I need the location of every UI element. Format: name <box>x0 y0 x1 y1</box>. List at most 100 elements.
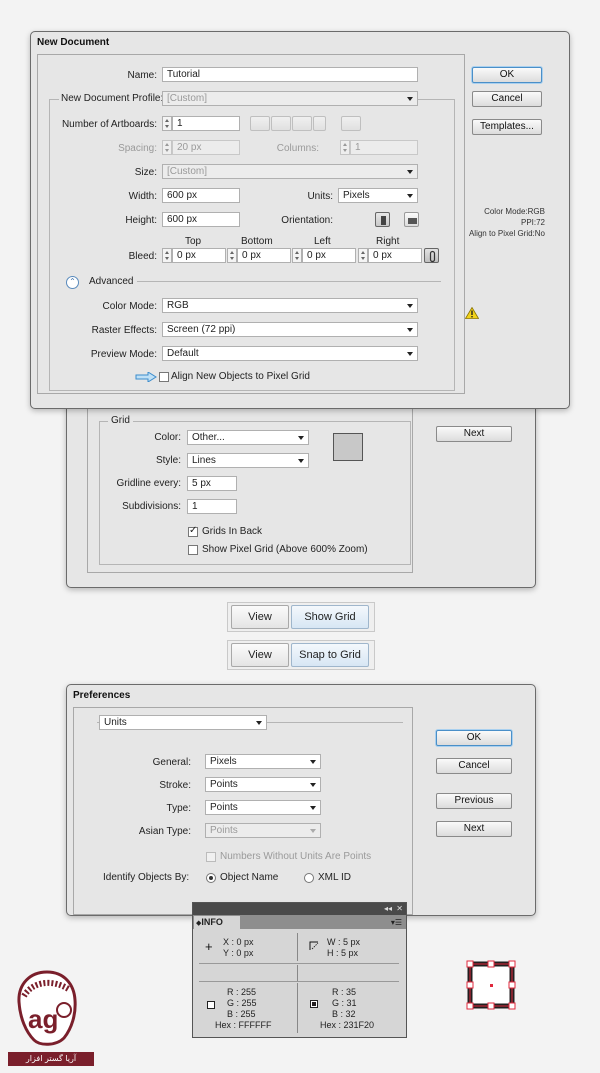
chevron-down-icon <box>310 829 316 833</box>
stroke-dropdown[interactable]: Points <box>205 777 321 792</box>
align-pixel-grid-checkbox[interactable] <box>159 372 169 382</box>
previous-button[interactable]: Previous <box>436 793 512 809</box>
bleed-bottom-stepper[interactable] <box>227 248 237 263</box>
chevron-down-icon <box>407 194 413 198</box>
info-y: Y : 0 px <box>223 948 254 958</box>
artboards-stepper[interactable] <box>162 116 172 131</box>
grid-style-label: Style: <box>155 455 181 466</box>
profile-dropdown[interactable]: [Custom] <box>162 91 418 106</box>
info-divider-2 <box>199 981 399 982</box>
advanced-label: Advanced <box>89 276 134 287</box>
info-right-g: G : 31 <box>332 998 357 1008</box>
profile-label: New Document Profile: <box>59 93 166 104</box>
info-left-g: G : 255 <box>227 998 257 1008</box>
size-dropdown[interactable]: [Custom] <box>162 164 418 179</box>
ok-button[interactable]: OK <box>436 730 512 746</box>
bleed-left-header: Left <box>314 236 331 247</box>
profile-value: [Custom] <box>167 93 208 104</box>
general-dropdown[interactable]: Pixels <box>205 754 321 769</box>
close-panel-icon[interactable]: ✕ <box>396 903 403 915</box>
chevron-down-icon <box>310 760 316 764</box>
grid-style-dropdown[interactable]: Lines <box>187 453 309 468</box>
landscape-icon[interactable] <box>404 212 419 227</box>
menu-path-snap-to-grid: View Snap to Grid <box>227 640 375 670</box>
section-dropdown[interactable]: Units <box>99 715 267 730</box>
columns-stepper[interactable] <box>340 140 350 155</box>
info-color-mode: Color Mode:RGB <box>484 207 545 216</box>
cancel-button[interactable]: Cancel <box>472 91 542 107</box>
show-pixel-grid-checkbox[interactable] <box>188 545 198 555</box>
artboards-label: Number of Artboards: <box>61 119 157 130</box>
bleed-left-field[interactable]: 0 px <box>302 248 356 263</box>
spacing-stepper[interactable] <box>162 140 172 155</box>
spacing-field[interactable]: 20 px <box>172 140 240 155</box>
info-tab[interactable]: ◆INFO <box>194 916 240 929</box>
columns-field[interactable]: 1 <box>350 140 418 155</box>
chevron-down-icon <box>407 304 413 308</box>
snap-to-grid-menu-item[interactable]: Snap to Grid <box>291 643 369 667</box>
columns-label: Columns: <box>276 143 319 154</box>
bleed-bottom-field[interactable]: 0 px <box>237 248 291 263</box>
view-menu-button[interactable]: View <box>231 643 289 667</box>
dialog-title: New Document <box>37 37 110 48</box>
preview-mode-dropdown[interactable]: Default <box>162 346 418 361</box>
grid-color-label: Color: <box>154 432 181 443</box>
portrait-icon[interactable] <box>375 212 390 227</box>
grid-color-dropdown[interactable]: Other... <box>187 430 309 445</box>
height-label: Height: <box>125 215 157 226</box>
gridline-every-label: Gridline every: <box>116 478 181 489</box>
chevron-down-icon <box>298 459 304 463</box>
subdivisions-field[interactable]: 1 <box>187 499 237 514</box>
size-value: [Custom] <box>167 166 208 177</box>
grid-by-row-icon[interactable] <box>250 116 270 131</box>
layout-direction-icon[interactable] <box>341 116 361 131</box>
cancel-button[interactable]: Cancel <box>436 758 512 774</box>
spacing-label: Spacing: <box>118 143 157 154</box>
numbers-without-units-checkbox[interactable] <box>206 852 216 862</box>
units-dropdown[interactable]: Pixels <box>338 188 418 203</box>
bleed-left-stepper[interactable] <box>292 248 302 263</box>
grids-in-back-checkbox[interactable] <box>188 525 198 537</box>
bleed-top-header: Top <box>185 236 202 247</box>
raster-effects-dropdown[interactable]: Screen (72 ppi) <box>162 322 418 337</box>
object-name-label: Object Name <box>220 872 279 883</box>
show-grid-menu-item[interactable]: Show Grid <box>291 605 369 629</box>
bleed-right-stepper[interactable] <box>358 248 368 263</box>
width-label: Width: <box>128 191 157 202</box>
chevron-down-icon <box>407 328 413 332</box>
grid-by-column-icon[interactable] <box>271 116 291 131</box>
info-h: H : 5 px <box>327 948 359 958</box>
gridline-every-field[interactable]: 5 px <box>187 476 237 491</box>
chevron-down-icon <box>407 352 413 356</box>
bleed-right-field[interactable]: 0 px <box>368 248 422 263</box>
preferences-dialog: Preferences Units General: Pixels Stroke… <box>66 684 536 916</box>
next-button[interactable]: Next <box>436 821 512 837</box>
stroke-value: Points <box>210 779 238 790</box>
bleed-top-field[interactable]: 0 px <box>172 248 226 263</box>
ok-button[interactable]: OK <box>472 67 542 83</box>
object-name-radio[interactable] <box>206 873 216 883</box>
color-mode-dropdown[interactable]: RGB <box>162 298 418 313</box>
type-dropdown[interactable]: Points <box>205 800 321 815</box>
panel-menu-icon[interactable]: ▾☰ <box>391 916 402 929</box>
templates-button[interactable]: Templates... <box>472 119 542 135</box>
bleed-top-stepper[interactable] <box>162 248 172 263</box>
grid-color-swatch[interactable] <box>333 433 363 461</box>
orientation-label: Orientation: <box>281 215 333 226</box>
xml-id-radio[interactable] <box>304 873 314 883</box>
grid-next-button[interactable]: Next <box>436 426 512 442</box>
arrange-by-row-icon[interactable] <box>292 116 312 131</box>
collapse-panel-icon[interactable]: ◂◂ <box>384 903 392 915</box>
section-value: Units <box>104 717 127 728</box>
asian-type-dropdown[interactable]: Points <box>205 823 321 838</box>
width-field[interactable]: 600 px <box>162 188 240 203</box>
info-divider-vertical <box>297 983 298 1033</box>
artboards-field[interactable]: 1 <box>172 116 240 131</box>
collapse-advanced-icon[interactable]: ⌃ <box>66 276 79 289</box>
link-bleed-icon[interactable] <box>424 248 439 263</box>
view-menu-button[interactable]: View <box>231 605 289 629</box>
height-field[interactable]: 600 px <box>162 212 240 227</box>
arrange-by-column-icon[interactable] <box>313 116 326 131</box>
selected-square-illustration <box>466 960 516 1010</box>
name-field[interactable]: Tutorial <box>162 67 418 82</box>
